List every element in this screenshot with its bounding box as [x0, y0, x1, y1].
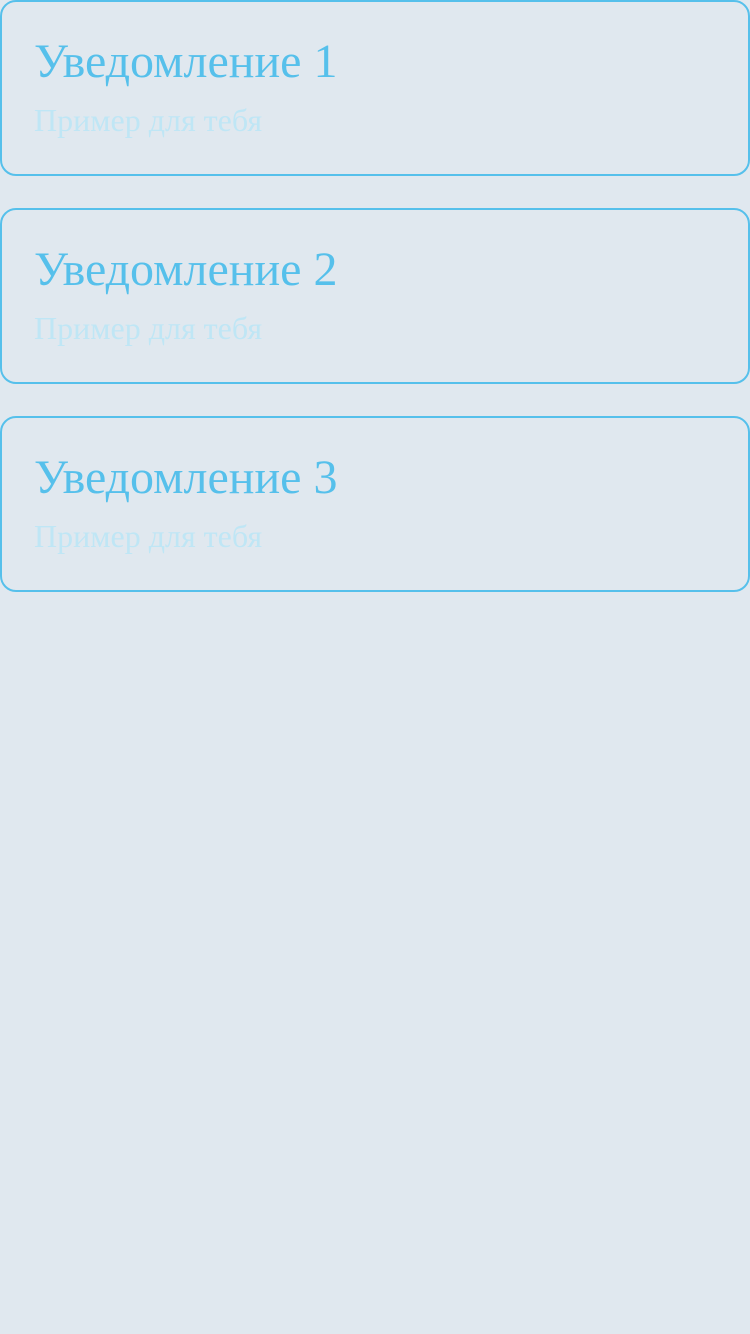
- notification-title: Уведомление 2: [34, 243, 338, 296]
- notification-card-2[interactable]: Уведомление 2 Пример для тебя: [0, 208, 750, 384]
- notification-subtitle: Пример для тебя: [34, 518, 263, 554]
- notifications-screen: Уведомление 1 Пример для тебя Уведомлени…: [0, 0, 750, 1334]
- notification-title: Уведомление 3: [34, 451, 338, 504]
- notification-card-3[interactable]: Уведомление 3 Пример для тебя: [0, 416, 750, 592]
- notification-card-1[interactable]: Уведомление 1 Пример для тебя: [0, 0, 750, 176]
- notification-list: Уведомление 1 Пример для тебя Уведомлени…: [0, 0, 750, 592]
- notification-subtitle: Пример для тебя: [34, 102, 263, 138]
- notification-title: Уведомление 1: [34, 35, 338, 88]
- notification-subtitle: Пример для тебя: [34, 310, 263, 346]
